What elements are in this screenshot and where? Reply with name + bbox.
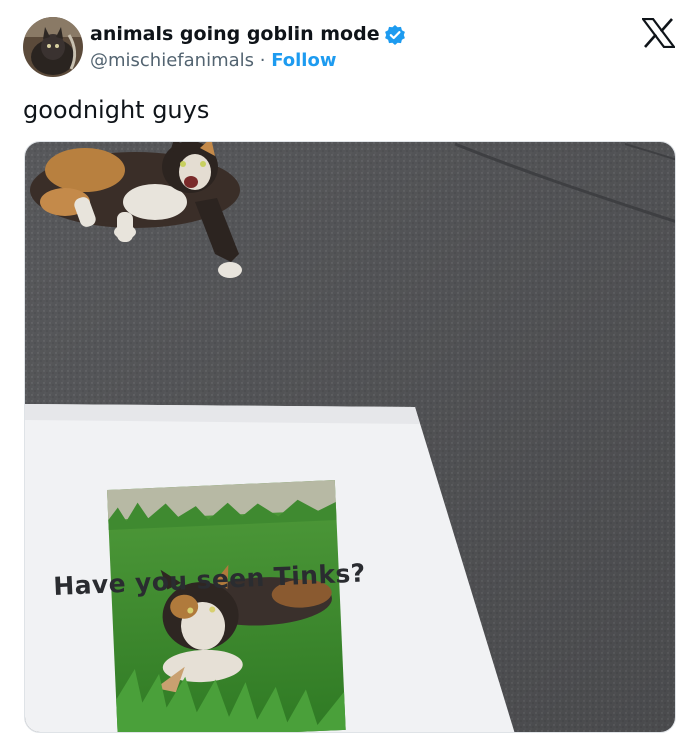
tweet-photo[interactable]: Have you seen Tinks?: [24, 141, 676, 733]
tweet-text: goodnight guys: [23, 96, 210, 124]
handle-row: @mischiefanimals · Follow: [90, 49, 336, 73]
avatar[interactable]: [23, 17, 83, 77]
avatar-image: [23, 17, 83, 77]
verified-badge-icon[interactable]: [384, 24, 406, 46]
follow-link[interactable]: Follow: [271, 50, 336, 71]
x-logo-icon[interactable]: [642, 18, 675, 48]
photo-scene: [25, 142, 675, 732]
display-name[interactable]: animals going goblin mode: [90, 22, 380, 46]
handle-link[interactable]: @mischiefanimals: [90, 50, 254, 71]
handle-separator: ·: [254, 50, 272, 71]
